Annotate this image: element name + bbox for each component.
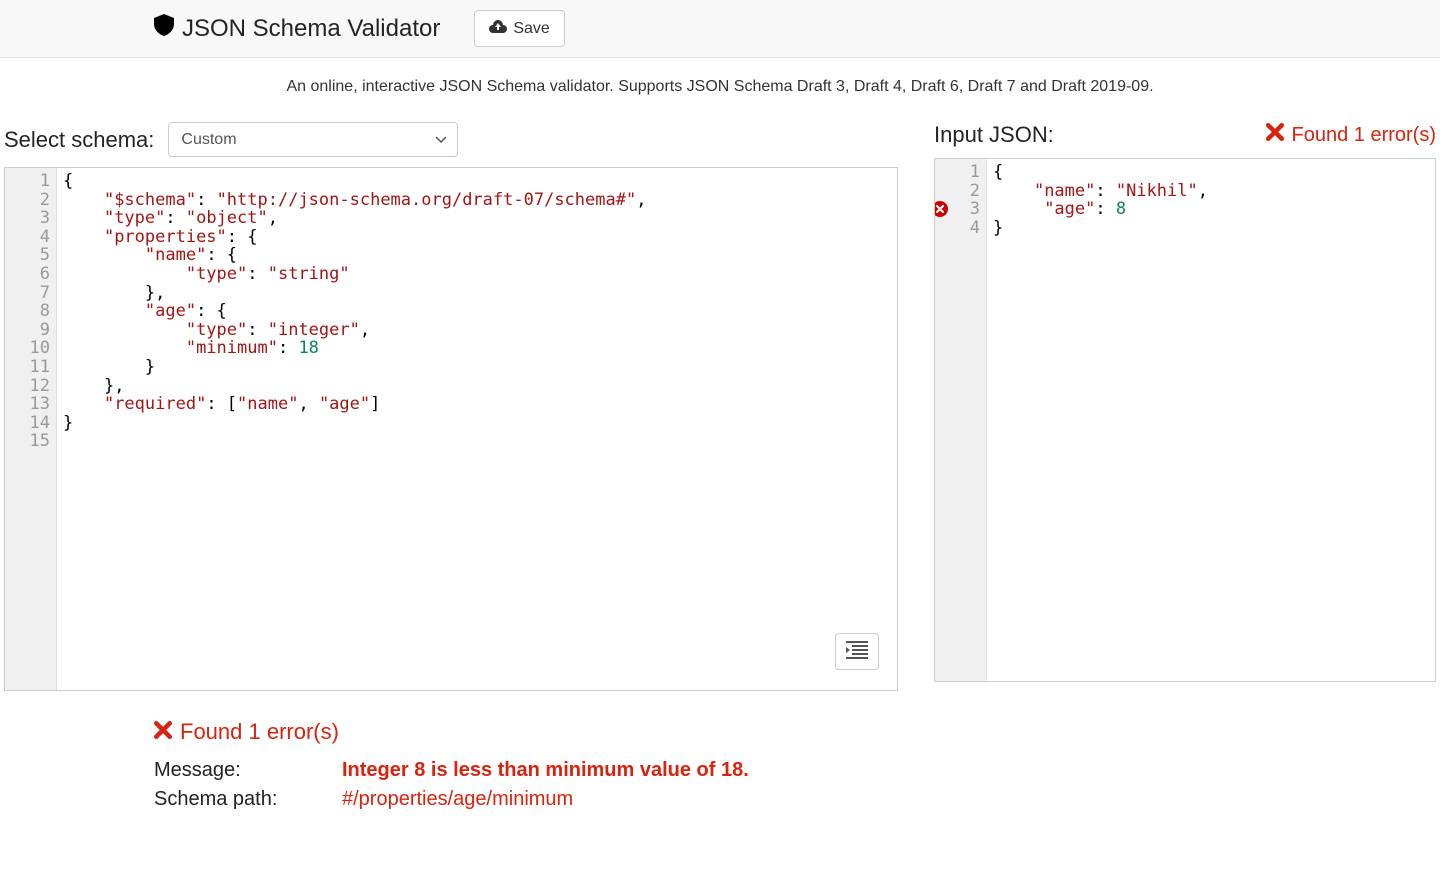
subtitle: An online, interactive JSON Schema valid…	[0, 58, 1440, 122]
input-gutter: 1234	[935, 159, 987, 681]
input-error-text: Found 1 error(s)	[1292, 124, 1437, 147]
error-x-icon	[1266, 123, 1284, 147]
code-line[interactable]: },	[63, 377, 891, 396]
gutter-line: 2	[11, 191, 50, 210]
bottom-error-text: Found 1 error(s)	[180, 719, 339, 745]
code-line[interactable]: "type": "string"	[63, 265, 891, 284]
error-x-icon	[154, 719, 172, 745]
code-line[interactable]: "properties": {	[63, 228, 891, 247]
input-code[interactable]: { "name": "Nikhil", "age": 8}	[987, 159, 1435, 681]
message-label: Message:	[154, 759, 324, 782]
gutter-line: 1	[941, 163, 980, 182]
error-line-marker	[934, 201, 948, 217]
code-line[interactable]: "name": "Nikhil",	[993, 182, 1429, 201]
code-line[interactable]: "name": {	[63, 246, 891, 265]
code-line[interactable]: "$schema": "http://json-schema.org/draft…	[63, 191, 891, 210]
schema-path-label: Schema path:	[154, 788, 324, 811]
gutter-line: 4	[11, 228, 50, 247]
gutter-line: 6	[11, 265, 50, 284]
gutter-line: 4	[941, 219, 980, 238]
code-line[interactable]: }	[63, 358, 891, 377]
app-title: JSON Schema Validator	[154, 14, 440, 43]
code-line[interactable]: "age": 8	[993, 200, 1429, 219]
gutter-line: 12	[11, 377, 50, 396]
gutter-line: 3	[11, 209, 50, 228]
gutter-line: 10	[11, 339, 50, 358]
shield-icon	[154, 14, 174, 43]
gutter-line: 7	[11, 284, 50, 303]
gutter-line: 2	[941, 182, 980, 201]
gutter-line: 3	[941, 200, 980, 219]
message-value: Integer 8 is less than minimum value of …	[342, 759, 749, 782]
bottom-error-banner: Found 1 error(s)	[154, 719, 1286, 745]
input-error-banner: Found 1 error(s)	[1266, 123, 1437, 147]
code-line[interactable]: "type": "integer",	[63, 321, 891, 340]
code-line[interactable]: "age": {	[63, 302, 891, 321]
code-line[interactable]: {	[993, 163, 1429, 182]
schema-gutter: 123456789101112131415	[5, 168, 57, 690]
app-title-text: JSON Schema Validator	[182, 15, 440, 43]
code-line[interactable]: "type": "object",	[63, 209, 891, 228]
indent-icon	[846, 647, 868, 662]
code-line[interactable]: "minimum": 18	[63, 339, 891, 358]
header-bar: JSON Schema Validator Save	[0, 0, 1440, 58]
gutter-line: 14	[11, 414, 50, 433]
code-line[interactable]: },	[63, 284, 891, 303]
gutter-line: 11	[11, 358, 50, 377]
gutter-line: 15	[11, 432, 50, 451]
schema-path-value: #/properties/age/minimum	[342, 788, 573, 811]
gutter-line: 8	[11, 302, 50, 321]
select-schema-label: Select schema:	[4, 127, 154, 153]
input-json-label: Input JSON:	[934, 122, 1054, 148]
save-button[interactable]: Save	[474, 10, 564, 47]
code-line[interactable]: }	[993, 219, 1429, 238]
gutter-line: 13	[11, 395, 50, 414]
schema-editor[interactable]: 123456789101112131415 { "$schema": "http…	[4, 167, 898, 691]
schema-code[interactable]: { "$schema": "http://json-schema.org/dra…	[57, 168, 897, 690]
format-indent-button[interactable]	[835, 633, 879, 670]
schema-select[interactable]: Custom	[168, 122, 458, 157]
cloud-upload-icon	[489, 19, 507, 38]
code-line[interactable]: "required": ["name", "age"]	[63, 395, 891, 414]
code-line[interactable]: }	[63, 414, 891, 433]
gutter-line: 1	[11, 172, 50, 191]
code-line[interactable]: {	[63, 172, 891, 191]
gutter-line: 9	[11, 321, 50, 340]
save-button-label: Save	[513, 20, 549, 38]
gutter-line: 5	[11, 246, 50, 265]
input-editor[interactable]: 1234 { "name": "Nikhil", "age": 8}	[934, 158, 1436, 682]
code-line[interactable]	[63, 432, 891, 451]
